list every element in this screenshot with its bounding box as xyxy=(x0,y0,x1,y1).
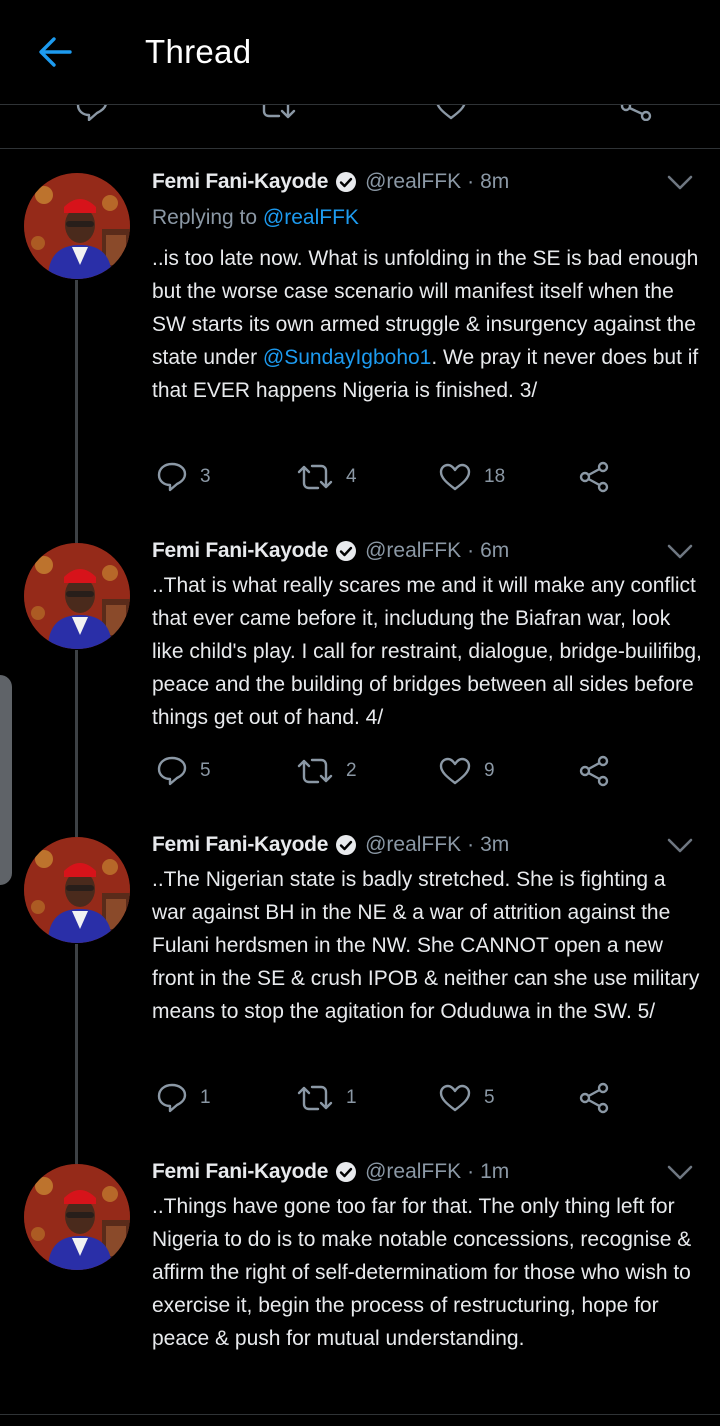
edge-scroll-handle[interactable] xyxy=(0,675,12,885)
back-button[interactable] xyxy=(30,30,80,74)
verified-badge-icon xyxy=(335,834,357,856)
chevron-down-icon xyxy=(667,175,693,190)
tweet-actions: 3 4 18 xyxy=(152,457,632,497)
reply-button[interactable]: 1 xyxy=(156,1078,211,1118)
avatar[interactable] xyxy=(24,173,130,279)
author-name[interactable]: Femi Fani-Kayode xyxy=(152,833,328,857)
retweet-button[interactable]: 4 xyxy=(296,457,357,497)
author-handle[interactable]: @realFFK xyxy=(365,170,461,194)
retweet-count: 2 xyxy=(346,760,357,781)
timestamp: 1m xyxy=(480,1160,510,1183)
timestamp: 6m xyxy=(480,539,510,562)
tweet-text: ..Things have gone too far for that. The… xyxy=(152,1195,692,1350)
tweet[interactable]: Femi Fani-Kayode @realFFK · 3m ..The Nig… xyxy=(0,814,720,1149)
heart-icon[interactable] xyxy=(434,105,468,121)
retweet-button[interactable]: 1 xyxy=(296,1078,357,1118)
like-count: 18 xyxy=(484,466,506,487)
like-button[interactable]: 9 xyxy=(438,751,495,791)
mention-link[interactable]: @SundayIgboho1 xyxy=(263,346,431,369)
author-handle[interactable]: @realFFK xyxy=(365,539,461,563)
chevron-down-icon xyxy=(667,1165,693,1180)
separator-dot: · xyxy=(467,833,475,856)
tweet-menu-button[interactable] xyxy=(664,171,696,195)
reply-icon xyxy=(157,1083,187,1113)
retweet-icon xyxy=(297,758,333,784)
top-app-bar: Thread xyxy=(0,0,720,105)
retweet-count: 4 xyxy=(346,466,357,487)
verified-badge-icon xyxy=(335,540,357,562)
share-icon xyxy=(579,755,609,787)
share-icon xyxy=(579,461,609,493)
verified-badge-icon xyxy=(335,171,357,193)
reply-icon xyxy=(157,756,187,786)
share-icon xyxy=(579,1082,609,1114)
timestamp: 3m xyxy=(480,833,510,856)
share-button[interactable] xyxy=(578,751,610,791)
retweet-button[interactable]: 2 xyxy=(296,751,357,791)
heart-icon xyxy=(439,463,471,491)
separator-dot: · xyxy=(467,170,475,193)
reply-count: 1 xyxy=(200,1087,211,1108)
avatar[interactable] xyxy=(24,837,130,943)
tweet-menu-button[interactable] xyxy=(664,834,696,858)
heart-icon xyxy=(439,757,471,785)
share-button[interactable] xyxy=(578,1078,610,1118)
reply-icon[interactable] xyxy=(75,105,109,121)
replying-to-handle[interactable]: @realFFK xyxy=(263,206,359,229)
avatar[interactable] xyxy=(24,1164,130,1270)
share-button[interactable] xyxy=(578,457,610,497)
replying-to-label: Replying to xyxy=(152,206,258,229)
retweet-icon[interactable] xyxy=(255,105,297,121)
share-icon[interactable] xyxy=(620,105,652,121)
tweet-header: Femi Fani-Kayode @realFFK · 1m xyxy=(152,1155,509,1189)
author-handle[interactable]: @realFFK xyxy=(365,1160,461,1184)
author-name[interactable]: Femi Fani-Kayode xyxy=(152,170,328,194)
author-name[interactable]: Femi Fani-Kayode xyxy=(152,539,328,563)
chevron-down-icon xyxy=(667,838,693,853)
arrow-left-icon xyxy=(39,37,72,67)
verified-badge-icon xyxy=(335,1161,357,1183)
timestamp: 8m xyxy=(480,170,510,193)
tweet-header: Femi Fani-Kayode @realFFK · 6m xyxy=(152,534,509,568)
retweet-icon xyxy=(297,464,333,490)
tweet[interactable]: Femi Fani-Kayode @realFFK · 6m ..That is… xyxy=(0,520,720,820)
tweet-text: ..The Nigerian state is badly stretched.… xyxy=(152,868,700,1023)
reply-count: 5 xyxy=(200,760,211,781)
reply-icon xyxy=(157,462,187,492)
like-count: 5 xyxy=(484,1087,495,1108)
tweet[interactable]: Femi Fani-Kayode @realFFK · 1m ..Things … xyxy=(0,1141,720,1416)
page-title: Thread xyxy=(145,33,252,70)
replying-to: Replying to @realFFK xyxy=(152,201,359,235)
previous-tweet-actions xyxy=(0,105,720,149)
reply-button[interactable]: 3 xyxy=(156,457,211,497)
separator-dot: · xyxy=(467,539,475,562)
tweet-text: ..is too late now. What is unfolding in … xyxy=(152,242,702,407)
author-handle[interactable]: @realFFK xyxy=(365,833,461,857)
bottom-divider xyxy=(0,1414,720,1415)
retweet-icon xyxy=(297,1085,333,1111)
reply-button[interactable]: 5 xyxy=(156,751,211,791)
chevron-down-icon xyxy=(667,544,693,559)
tweet-menu-button[interactable] xyxy=(664,540,696,564)
reply-count: 3 xyxy=(200,466,211,487)
like-button[interactable]: 5 xyxy=(438,1078,495,1118)
heart-icon xyxy=(439,1084,471,1112)
tweet-actions: 1 1 5 xyxy=(152,1078,632,1118)
tweet-header: Femi Fani-Kayode @realFFK · 8m xyxy=(152,165,509,199)
tweet-text: ..That is what really scares me and it w… xyxy=(152,574,702,729)
tweet-header: Femi Fani-Kayode @realFFK · 3m xyxy=(152,828,509,862)
tweet-menu-button[interactable] xyxy=(664,1161,696,1185)
like-button[interactable]: 18 xyxy=(438,457,505,497)
separator-dot: · xyxy=(467,1160,475,1183)
retweet-count: 1 xyxy=(346,1087,357,1108)
tweet-actions: 5 2 9 xyxy=(152,751,632,791)
avatar[interactable] xyxy=(24,543,130,649)
like-count: 9 xyxy=(484,760,495,781)
author-name[interactable]: Femi Fani-Kayode xyxy=(152,1160,328,1184)
tweet[interactable]: Femi Fani-Kayode @realFFK · 8m Replying … xyxy=(0,150,720,520)
